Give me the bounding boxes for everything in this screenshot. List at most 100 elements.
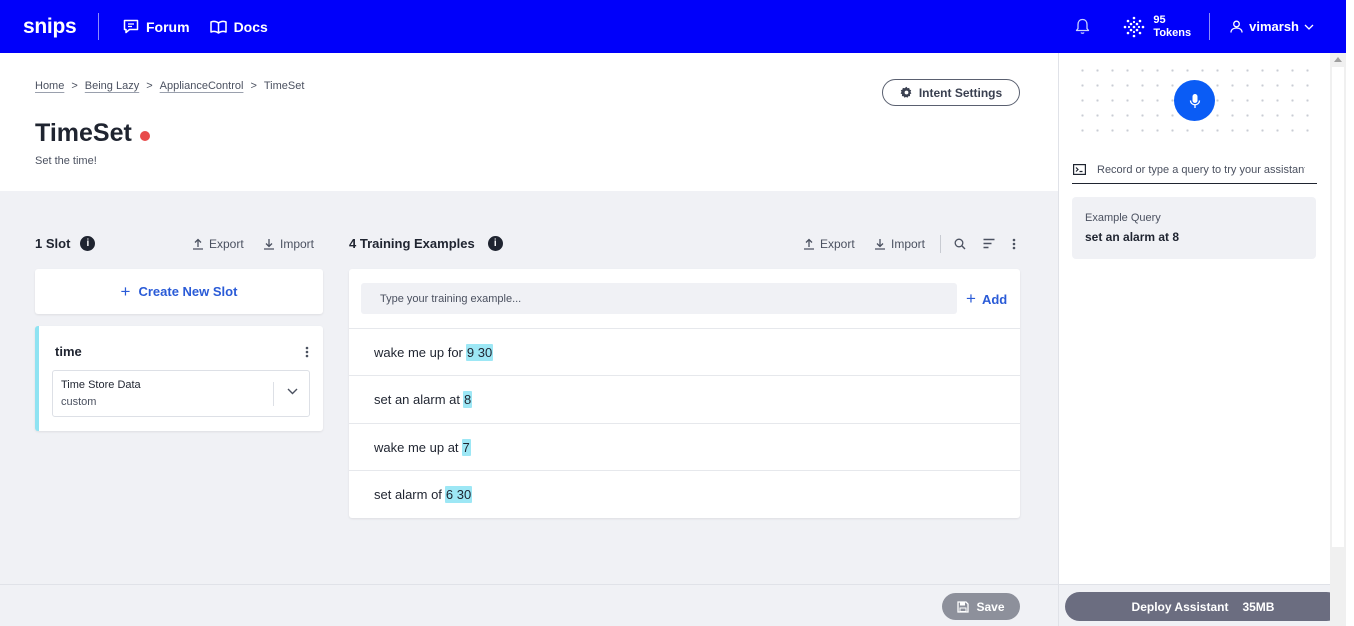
chevron-down-icon bbox=[1304, 24, 1314, 30]
example-text: set alarm of bbox=[374, 486, 442, 502]
top-nav: snips Forum Docs 95 Tokens vimarsh bbox=[0, 0, 1346, 53]
top-nav-right: 95 Tokens vimarsh bbox=[1075, 0, 1346, 53]
add-label: Add bbox=[981, 291, 1008, 307]
query-input[interactable] bbox=[1097, 163, 1305, 176]
training-example-row[interactable]: wake me up for 9 30 bbox=[349, 328, 1020, 375]
breadcrumb-home[interactable]: Home bbox=[35, 80, 64, 92]
chat-icon bbox=[123, 19, 139, 34]
example-text: wake me up for bbox=[374, 344, 463, 360]
intent-header: Home > Being Lazy > ApplianceControl > T… bbox=[0, 53, 1058, 191]
page-title-row: TimeSet bbox=[35, 119, 150, 148]
microphone-button[interactable] bbox=[1174, 80, 1215, 121]
save-label: Save bbox=[976, 599, 1005, 614]
tokens-count: 95 bbox=[1153, 13, 1166, 26]
example-text: wake me up at bbox=[374, 439, 459, 455]
info-icon[interactable]: i bbox=[80, 236, 96, 251]
breadcrumb-current: TimeSet bbox=[263, 80, 305, 92]
training-example-row[interactable]: wake me up at 7 bbox=[349, 423, 1020, 470]
add-example-button[interactable]: + Add bbox=[966, 289, 1007, 309]
slots-count: 1 Slot bbox=[35, 236, 71, 251]
slots-import-label: Import bbox=[280, 237, 315, 251]
assistant-tester-panel: Example Query set an alarm at 8 Deploy A… bbox=[1058, 53, 1341, 626]
notifications-bell-icon[interactable] bbox=[1075, 18, 1090, 35]
training-heading: 4 Training Examples i bbox=[349, 236, 503, 251]
docs-link[interactable]: Docs bbox=[209, 18, 268, 35]
slots-heading: 1 Slot i bbox=[35, 236, 96, 251]
deploy-size: 35MB bbox=[1242, 599, 1275, 614]
tokens-indicator[interactable]: 95 Tokens bbox=[1123, 14, 1191, 40]
training-import-label: Import bbox=[891, 237, 926, 251]
window-edge bbox=[1346, 0, 1354, 626]
training-export-button[interactable]: Export bbox=[803, 237, 855, 251]
breadcrumb-separator: > bbox=[146, 80, 153, 92]
slots-export-button[interactable]: Export bbox=[192, 237, 244, 251]
slots-import-button[interactable]: Import bbox=[263, 237, 314, 251]
slot-highlight[interactable]: 6 30 bbox=[444, 485, 473, 503]
snips-logo[interactable]: snips bbox=[23, 15, 77, 39]
training-import-button[interactable]: Import bbox=[874, 237, 925, 251]
slot-name: time bbox=[55, 344, 82, 359]
save-button[interactable]: Save bbox=[942, 593, 1020, 620]
terminal-icon bbox=[1073, 164, 1086, 175]
training-export-label: Export bbox=[820, 237, 855, 251]
toolbar-divider bbox=[940, 235, 941, 253]
deploy-assistant-button[interactable]: Deploy Assistant 35MB bbox=[1065, 592, 1341, 621]
slot-type-select[interactable]: Time Store Data custom bbox=[52, 370, 310, 417]
unsaved-status-dot bbox=[139, 130, 150, 141]
scroll-up-arrow-icon[interactable] bbox=[1334, 57, 1342, 62]
sort-icon[interactable] bbox=[983, 238, 1000, 249]
slot-highlight[interactable]: 7 bbox=[461, 438, 471, 456]
download-icon bbox=[875, 239, 885, 250]
training-example-row[interactable]: set alarm of 6 30 bbox=[349, 470, 1020, 517]
page-title: TimeSet bbox=[35, 119, 132, 147]
docs-label: Docs bbox=[233, 18, 268, 35]
breadcrumb-separator: > bbox=[71, 80, 78, 92]
tokens-icon bbox=[1124, 16, 1145, 37]
training-examples-card: + Add wake me up for 9 30 set an alarm a… bbox=[349, 269, 1020, 518]
breadcrumb-assistant[interactable]: Being Lazy bbox=[85, 80, 139, 92]
more-vertical-icon[interactable] bbox=[1012, 238, 1021, 250]
chevron-down-icon bbox=[287, 388, 298, 395]
plus-icon: + bbox=[120, 281, 131, 301]
nav-divider bbox=[1209, 13, 1211, 40]
intent-settings-label: Intent Settings bbox=[918, 85, 1003, 100]
floppy-disk-icon bbox=[957, 600, 970, 613]
training-example-input[interactable] bbox=[361, 283, 957, 314]
info-icon[interactable]: i bbox=[487, 236, 503, 251]
upload-icon bbox=[193, 238, 203, 250]
book-icon bbox=[209, 20, 227, 34]
scrollbar-thumb[interactable] bbox=[1332, 67, 1344, 547]
intent-settings-button[interactable]: Intent Settings bbox=[882, 79, 1020, 106]
deploy-bar: Deploy Assistant 35MB bbox=[1059, 584, 1341, 626]
search-icon[interactable] bbox=[954, 238, 971, 250]
tokens-label: Tokens bbox=[1153, 26, 1192, 39]
user-menu[interactable]: vimarsh bbox=[1230, 19, 1314, 34]
main-content: Home > Being Lazy > ApplianceControl > T… bbox=[0, 53, 1058, 626]
microphone-icon bbox=[1189, 93, 1200, 108]
example-query-card[interactable]: Example Query set an alarm at 8 bbox=[1072, 197, 1316, 259]
more-vertical-icon[interactable] bbox=[305, 345, 309, 363]
example-query-value: set an alarm at 8 bbox=[1085, 230, 1180, 244]
footer-bar: Save bbox=[0, 584, 1058, 626]
nav-divider bbox=[98, 13, 99, 40]
username: vimarsh bbox=[1249, 19, 1299, 34]
slot-highlight[interactable]: 9 30 bbox=[465, 343, 494, 361]
training-example-row[interactable]: set an alarm at 8 bbox=[349, 375, 1020, 422]
forum-link[interactable]: Forum bbox=[123, 19, 190, 35]
plus-icon: + bbox=[966, 289, 976, 308]
vertical-scrollbar[interactable] bbox=[1330, 53, 1346, 626]
breadcrumb: Home > Being Lazy > ApplianceControl > T… bbox=[35, 80, 304, 92]
query-field[interactable] bbox=[1072, 156, 1317, 184]
upload-icon bbox=[804, 238, 814, 250]
slot-highlight[interactable]: 8 bbox=[463, 390, 473, 408]
tokens-text: 95 Tokens bbox=[1153, 14, 1191, 40]
forum-label: Forum bbox=[146, 18, 190, 35]
slot-type-sub: custom bbox=[61, 396, 97, 408]
breadcrumb-separator: > bbox=[250, 80, 257, 92]
create-new-slot-button[interactable]: + Create New Slot bbox=[35, 269, 323, 314]
breadcrumb-app[interactable]: ApplianceControl bbox=[160, 80, 244, 92]
create-slot-label: Create New Slot bbox=[138, 284, 238, 299]
slot-card[interactable]: time Time Store Data custom bbox=[35, 326, 323, 431]
training-count: 4 Training Examples bbox=[349, 236, 475, 251]
download-icon bbox=[264, 239, 274, 250]
